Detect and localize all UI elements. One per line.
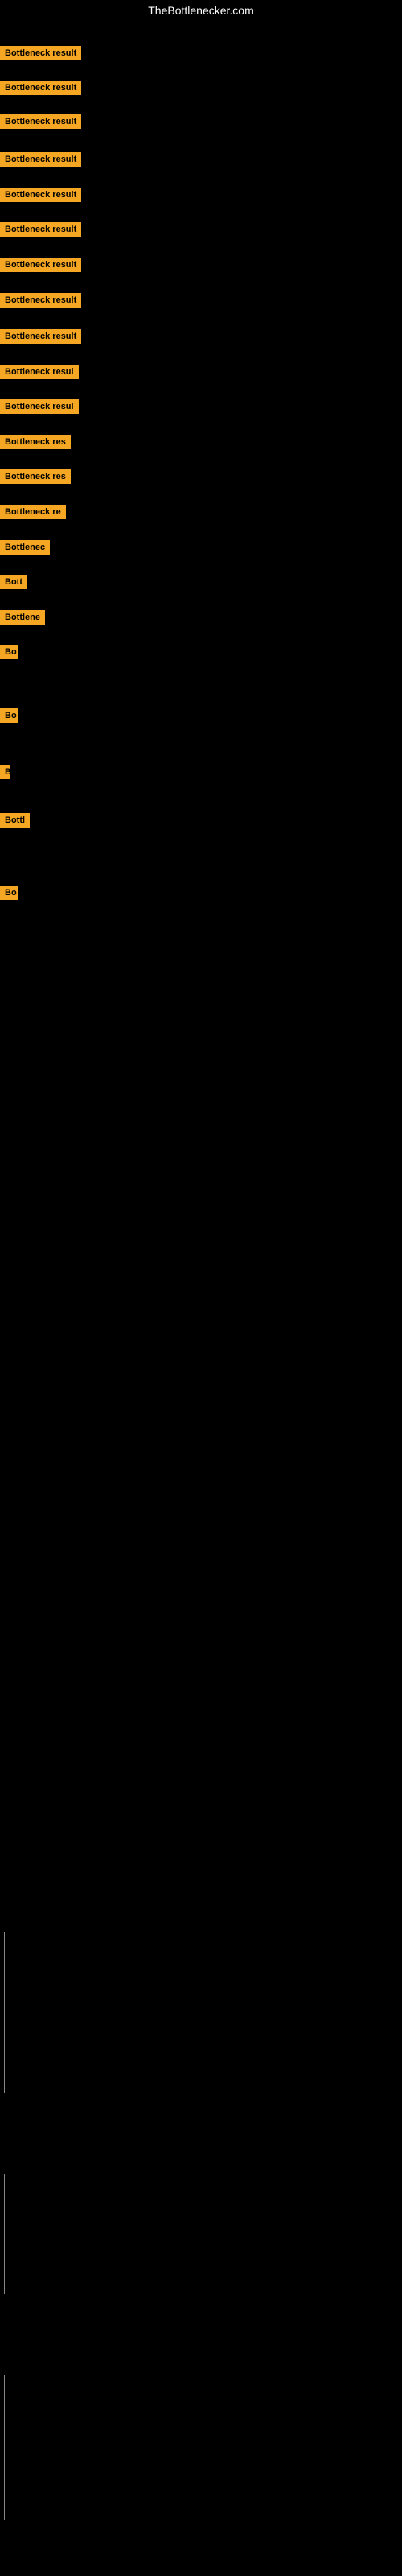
bottleneck-badge-14: Bottlenec xyxy=(0,540,50,559)
vertical-line-1 xyxy=(4,2174,5,2294)
bottleneck-badge-11: Bottleneck res xyxy=(0,435,71,453)
bottleneck-badge-8: Bottleneck result xyxy=(0,329,81,348)
bottleneck-badge-19: B xyxy=(0,765,10,783)
bottleneck-badge-9: Bottleneck resul xyxy=(0,365,79,383)
bottleneck-badge-1: Bottleneck result xyxy=(0,80,81,99)
bottleneck-badge-5: Bottleneck result xyxy=(0,222,81,241)
site-title: TheBottlenecker.com xyxy=(0,0,402,21)
bottleneck-badge-4: Bottleneck result xyxy=(0,188,81,206)
bottleneck-badge-13: Bottleneck re xyxy=(0,505,66,523)
bottleneck-badge-21: Bo xyxy=(0,886,18,904)
bottleneck-badge-16: Bottlene xyxy=(0,610,45,629)
vertical-line-0 xyxy=(4,1932,5,2093)
bottleneck-badge-12: Bottleneck res xyxy=(0,469,71,488)
bottleneck-badge-0: Bottleneck result xyxy=(0,46,81,64)
bottleneck-badge-3: Bottleneck result xyxy=(0,152,81,171)
vertical-line-2 xyxy=(4,2375,5,2455)
bottleneck-badge-17: Bo xyxy=(0,645,18,663)
vertical-line-3 xyxy=(4,2455,5,2520)
bottleneck-badge-6: Bottleneck result xyxy=(0,258,81,276)
bottleneck-badge-20: Bottl xyxy=(0,813,30,832)
bottleneck-badge-18: Bo xyxy=(0,708,18,727)
bottleneck-badge-10: Bottleneck resul xyxy=(0,399,79,418)
bottleneck-badge-15: Bott xyxy=(0,575,27,593)
bottleneck-badge-7: Bottleneck result xyxy=(0,293,81,312)
bottleneck-badge-2: Bottleneck result xyxy=(0,114,81,133)
